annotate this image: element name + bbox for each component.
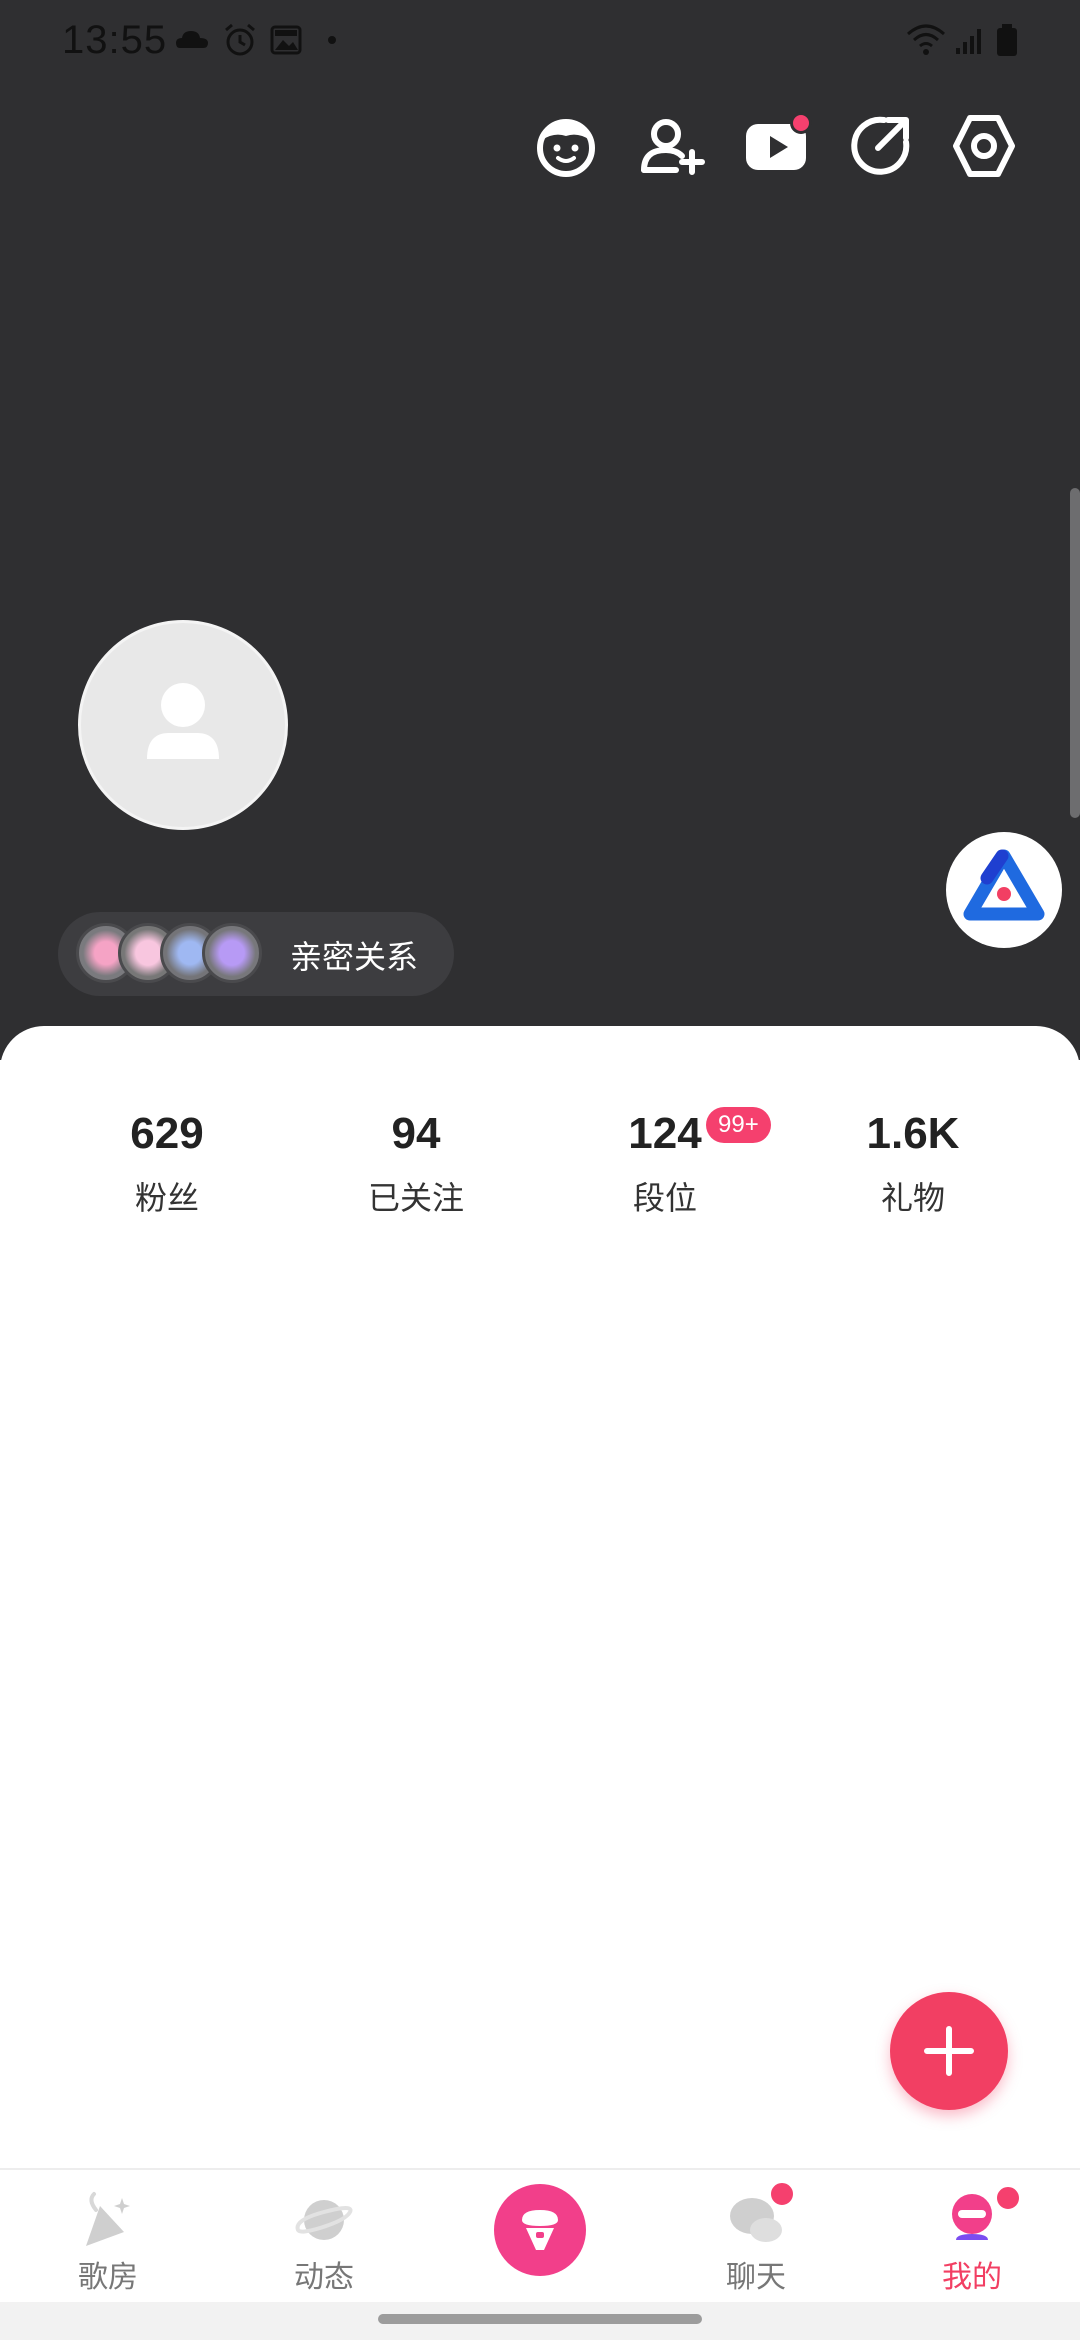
sing-button[interactable] — [494, 2184, 586, 2276]
scrollbar[interactable] — [1070, 488, 1080, 818]
notification-dot-icon — [316, 20, 356, 60]
nav-label: 聊天 — [726, 2260, 786, 2295]
stat-fans[interactable]: 629 粉丝 — [47, 1106, 287, 1236]
stat-label: 礼物 — [880, 1179, 945, 1217]
planet-icon — [295, 2200, 353, 2240]
profile-header: 13:55 亲密关系 — [0, 0, 1080, 1060]
avatar[interactable] — [78, 620, 288, 830]
stat-following[interactable]: 94 已关注 — [296, 1106, 536, 1236]
profile-icon — [952, 2194, 992, 2240]
gallery-icon — [266, 20, 306, 60]
stat-value: 629 — [130, 1109, 204, 1158]
me-unread-dot — [994, 2184, 1022, 2212]
share-icon[interactable] — [842, 108, 918, 184]
face-icon[interactable] — [528, 108, 604, 184]
stat-value: 94 — [391, 1109, 441, 1158]
home-indicator[interactable] — [378, 2314, 702, 2324]
add-friend-icon[interactable] — [634, 108, 710, 184]
cloud-icon — [172, 20, 212, 60]
nav-label: 我的 — [942, 2260, 1002, 2295]
party-popper-icon — [86, 2192, 130, 2246]
gesture-bar — [0, 2302, 1080, 2340]
stat-label: 段位 — [632, 1179, 697, 1217]
nav-item-sing[interactable] — [432, 2170, 648, 2304]
settings-icon[interactable] — [946, 108, 1022, 184]
user-placeholder-icon — [147, 683, 219, 759]
nav-item-karaoke-rooms[interactable]: 歌房 — [0, 2170, 216, 2304]
stat-label: 粉丝 — [134, 1179, 199, 1217]
video-new-dot — [790, 112, 812, 134]
stat-gifts[interactable]: 1.6K 礼物 — [793, 1106, 1033, 1236]
status-time: 13:55 — [62, 18, 168, 62]
intimate-relation-label: 亲密关系 — [290, 938, 419, 976]
plus-icon — [924, 2026, 974, 2076]
cat-icon — [202, 923, 262, 983]
nav-label: 歌房 — [78, 2260, 138, 2295]
signal-icon — [950, 20, 990, 60]
triangle-ring-icon — [963, 849, 1045, 921]
profile-card: 629 粉丝 94 已关注 124 段位 1.6K 礼物 — [0, 1026, 1080, 2168]
floating-badge-button[interactable] — [946, 832, 1062, 948]
intimate-relation-pill[interactable]: 亲密关系 — [58, 912, 454, 996]
add-button[interactable] — [890, 1992, 1008, 2110]
nav-label: 动态 — [294, 2260, 354, 2295]
stat-value: 1.6K — [866, 1109, 960, 1158]
microphone-icon — [522, 2210, 558, 2250]
app-screen: 13:55 亲密关系 629 粉丝 94 已关注 124 段位 1.6K 礼物 … — [0, 0, 1080, 2340]
rank-count-badge: 99+ — [706, 1107, 771, 1143]
bottom-nav: 歌房 动态 聊天 我的 — [0, 2168, 1080, 2302]
alarm-icon — [220, 20, 260, 60]
nav-item-me[interactable]: 我的 — [864, 2170, 1080, 2304]
wifi-icon — [904, 20, 945, 60]
nav-item-moments[interactable]: 动态 — [216, 2170, 432, 2304]
status-bar: 13:55 — [0, 0, 1080, 80]
stat-label: 已关注 — [367, 1179, 464, 1217]
nav-item-chat[interactable]: 聊天 — [648, 2170, 864, 2304]
video-play-icon[interactable] — [738, 108, 814, 184]
chat-unread-dot — [768, 2180, 796, 2208]
battery-icon — [992, 20, 1032, 60]
